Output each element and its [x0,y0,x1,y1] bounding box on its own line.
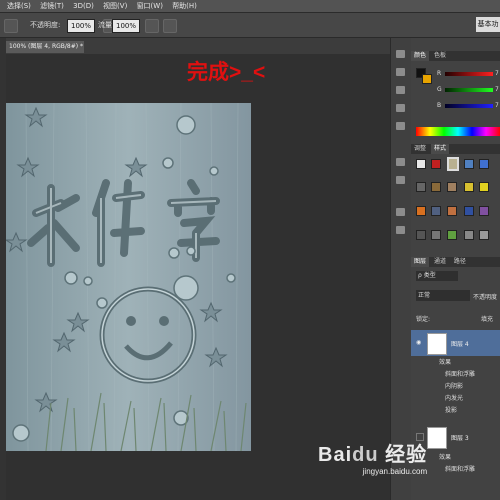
effects-label: 效果 [439,359,452,366]
brush-preset-icon[interactable] [4,19,18,33]
style-swatch[interactable] [447,182,457,192]
style-swatch[interactable] [416,159,426,169]
baidu-logo: Baidu 经验 [318,444,428,466]
info-icon[interactable] [396,86,405,94]
panel-icon-strip [390,38,412,500]
style-swatch-selected[interactable] [447,157,459,171]
style-swatch[interactable] [431,159,441,169]
effect-inner-shadow[interactable]: 内阴影 [445,381,463,390]
green-label: G [437,86,442,93]
style-swatch[interactable] [416,230,426,240]
overlay-caption: 完成>_< [187,61,266,84]
layer-thumbnail [427,333,447,355]
green-value[interactable]: 7 [495,86,499,93]
blue-value[interactable]: 7 [495,102,499,109]
menu-window[interactable]: 窗口(W) [137,0,163,12]
style-swatch[interactable] [479,159,489,169]
effects-label: 效果 [439,454,452,461]
style-swatch[interactable] [479,206,489,216]
background-color-swatch[interactable] [422,74,432,84]
clone-source-icon[interactable] [396,158,405,166]
fill-label: 填充 [481,316,494,323]
green-slider[interactable]: G 7 [437,86,500,94]
layer-opacity-label: 不透明度 [473,294,498,301]
airbrush-icon[interactable] [145,19,159,33]
style-swatch[interactable] [464,182,474,192]
menu-filter[interactable]: 滤镜(T) [40,0,64,12]
workspace-button[interactable]: 基本功 [476,17,500,32]
layer-thumbnail [427,427,447,449]
blue-label: B [437,102,442,109]
menu-bar: 选择(S) 滤镜(T) 3D(D) 视图(V) 窗口(W) 帮助(H) [0,0,500,13]
character-icon[interactable] [396,208,405,216]
red-label: R [437,70,442,77]
layer-name[interactable]: 图层 3 [451,433,469,442]
document-tab[interactable]: 100% (图层 4, RGB/8#) * [6,41,84,53]
lock-label: 锁定: [416,316,431,323]
opacity-input[interactable]: 100% [67,19,96,33]
layer-name[interactable]: 图层 4 [451,339,469,348]
style-swatch[interactable] [416,206,426,216]
flow-input[interactable]: 100% [112,19,141,33]
style-swatch[interactable] [464,230,474,240]
style-swatch[interactable] [431,182,441,192]
blend-mode-select[interactable]: 正常 [416,290,470,301]
style-swatch[interactable] [447,230,457,240]
layer-kind-filter[interactable]: ρ 类型 [416,271,458,281]
tab-swatches[interactable]: 色板 [431,51,449,61]
baidu-watermark: Baidu 经验 jingyan.baidu.com [318,438,427,476]
style-swatch[interactable] [447,206,457,216]
menu-select[interactable]: 选择(S) [7,0,31,12]
style-swatch[interactable] [431,230,441,240]
tab-paths[interactable]: 路径 [451,257,469,267]
color-panel-tabs: 颜色 色板 [411,51,500,61]
tool-preset-icon[interactable] [396,176,405,184]
style-swatch[interactable] [464,206,474,216]
menu-3d[interactable]: 3D(D) [73,0,94,12]
water-text-artwork [6,103,251,451]
tab-color[interactable]: 颜色 [411,51,430,61]
style-swatch[interactable] [431,206,441,216]
right-panels: 颜色 色板 R 7 G 7 B 7 调整 样式 图层 通道 路径 ρ 类型 正常… [411,38,500,500]
layer-row-4[interactable]: ◉ 图层 4 [411,330,500,356]
effect-inner-glow[interactable]: 内发光 [445,393,463,402]
history-icon[interactable] [396,50,405,58]
opacity-label: 不透明度: [30,21,61,29]
effect-bevel-emboss[interactable]: 斜面和浮雕 [445,464,475,473]
red-slider[interactable]: R 7 [437,70,500,78]
menu-view[interactable]: 视图(V) [103,0,127,12]
tab-layers[interactable]: 图层 [411,257,430,267]
layers-panel-tabs: 图层 通道 路径 [411,257,500,267]
tab-adjustments[interactable]: 调整 [411,144,429,154]
effect-drop-shadow[interactable]: 投影 [445,405,457,414]
properties-icon[interactable] [396,104,405,112]
tab-channels[interactable]: 通道 [431,257,449,267]
style-swatch[interactable] [464,159,474,169]
red-value[interactable]: 7 [495,70,499,77]
paragraph-icon[interactable] [396,226,405,234]
color-spectrum[interactable] [416,127,500,136]
options-bar: 不透明度: 100% 流量: 100% 基本功 [0,13,500,38]
watermark-site: jingyan.baidu.com [362,467,428,476]
eye-icon[interactable]: ◉ [416,339,421,346]
style-swatch[interactable] [479,230,489,240]
tab-styles[interactable]: 样式 [430,144,449,154]
effect-bevel-emboss[interactable]: 斜面和浮雕 [445,369,475,378]
brush-panel-icon[interactable] [396,122,405,130]
pressure-size-icon[interactable] [163,19,177,33]
blue-slider[interactable]: B 7 [437,102,500,110]
style-swatch[interactable] [479,182,489,192]
actions-icon[interactable] [396,68,405,76]
menu-help[interactable]: 帮助(H) [172,0,197,12]
styles-panel-tabs: 调整 样式 [411,144,500,154]
style-swatch[interactable] [416,182,426,192]
artwork-canvas[interactable] [6,103,251,451]
